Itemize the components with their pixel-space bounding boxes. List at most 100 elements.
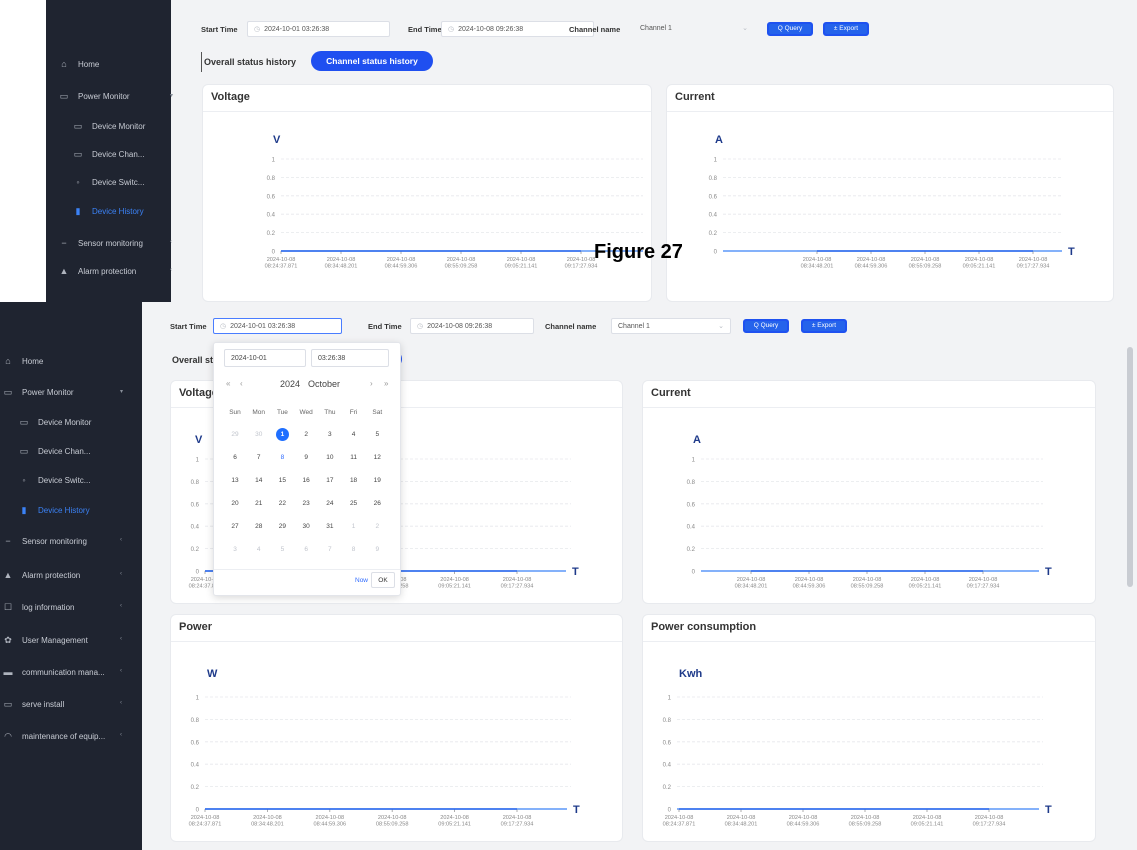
calendar-day[interactable]: 8 — [343, 546, 365, 553]
calendar-day[interactable]: 29 — [224, 431, 246, 438]
month-label[interactable]: October — [308, 379, 340, 389]
sensor-icon: − — [61, 238, 67, 248]
sidebar: ⌂ Home ▭ Power Monitor ▾ ▭ Device Monitor ▭ D… — [46, 0, 173, 302]
clock-icon: ◷ — [448, 26, 455, 33]
calendar-day[interactable]: 21 — [248, 500, 270, 507]
channel-select[interactable]: Channel 1 ⌄ — [634, 21, 754, 37]
x-tick-label: 2024-10-0808:44:59.306 — [855, 257, 888, 270]
sidebar-item-log-information[interactable]: ☐ log information ‹ — [2, 602, 122, 613]
sidebar-item-label: Alarm protection — [22, 571, 81, 580]
calendar-day[interactable]: 3 — [319, 431, 341, 438]
now-button[interactable]: Now — [355, 577, 368, 584]
export-button[interactable]: ± Export — [801, 319, 847, 333]
calendar-day[interactable]: 29 — [271, 523, 293, 530]
sidebar-item-device-monitor[interactable]: ▭ Device Monitor — [18, 417, 92, 428]
sidebar-item-power-monitor[interactable]: ▭ Power Monitor ▾ — [2, 387, 123, 398]
end-time-label: End Time — [408, 25, 442, 34]
calendar-day[interactable]: 17 — [319, 477, 341, 484]
start-time-input[interactable]: ◷ 2024-10-01 03:26:38 — [247, 21, 390, 37]
tab-overall-status[interactable]: Overall st — [172, 350, 213, 370]
next-month-icon[interactable]: › — [370, 379, 373, 388]
calendar-day[interactable]: 20 — [224, 500, 246, 507]
x-tick-label: 2024-10-0808:34:48.201 — [325, 257, 358, 270]
date-field[interactable]: 2024-10-01 — [224, 349, 306, 367]
y-tick-label: 1 — [196, 696, 200, 702]
prev-month-icon[interactable]: ‹ — [240, 379, 243, 388]
sidebar-item-label: Device Switc... — [92, 178, 145, 187]
sidebar-item-device-switch[interactable]: ◦ Device Switc... — [72, 177, 144, 187]
scrollbar[interactable] — [1127, 347, 1133, 587]
sidebar-item-sensor-monitoring[interactable]: − Sensor monitoring ‹ — [58, 238, 172, 248]
sidebar-item-device-history[interactable]: ▮ Device History — [18, 505, 90, 516]
calendar-day[interactable]: 24 — [319, 500, 341, 507]
channel-select[interactable]: Channel 1 ⌄ — [611, 318, 731, 334]
calendar-day[interactable]: 5 — [271, 546, 293, 553]
calendar-day[interactable]: 10 — [319, 454, 341, 461]
calendar-day[interactable]: 4 — [248, 546, 270, 553]
sidebar-item-user-management[interactable]: ✿ User Management ‹ — [2, 635, 122, 646]
sidebar-item-communication[interactable]: ▬ communication mana... ‹ — [2, 667, 123, 677]
export-button[interactable]: ± Export — [823, 22, 869, 36]
calendar-day[interactable]: 30 — [295, 523, 317, 530]
sidebar-item-device-switch[interactable]: ◦ Device Switc... — [18, 475, 90, 485]
calendar-day-selected[interactable]: 1 — [271, 431, 293, 438]
start-time-input[interactable]: ◷ 2024-10-01 03:26:38 — [213, 318, 342, 334]
year-label[interactable]: 2024 — [280, 379, 300, 389]
sidebar-item-device-channel[interactable]: ▭ Device Chan... — [18, 446, 91, 457]
calendar-day[interactable]: 31 — [319, 523, 341, 530]
calendar-day[interactable]: 15 — [271, 477, 293, 484]
calendar-day[interactable]: 6 — [295, 546, 317, 553]
calendar-day[interactable]: 16 — [295, 477, 317, 484]
sidebar-item-sensor-monitoring[interactable]: − Sensor monitoring ‹ — [2, 536, 122, 546]
calendar-day[interactable]: 28 — [248, 523, 270, 530]
calendar-day[interactable]: 30 — [248, 431, 270, 438]
calendar-day[interactable]: 2 — [295, 431, 317, 438]
calendar-day[interactable]: 19 — [366, 477, 388, 484]
time-field[interactable]: 03:26:38 — [311, 349, 389, 367]
sidebar-item-home[interactable]: ⌂ Home — [58, 59, 99, 69]
sidebar-item-power-monitor[interactable]: ▭ Power Monitor ▾ — [58, 91, 173, 102]
sidebar-item-serve-install[interactable]: ▭ serve install ‹ — [2, 699, 122, 710]
calendar-day[interactable]: 18 — [343, 477, 365, 484]
calendar-day[interactable]: 22 — [271, 500, 293, 507]
calendar-day[interactable]: 14 — [248, 477, 270, 484]
sidebar-item-device-channel[interactable]: ▭ Device Chan... — [72, 149, 145, 160]
voltage-card: Voltage V 1 0.8 0.6 0.4 0.2 0 2024-10-08 08:24:3… — [202, 84, 652, 302]
card-title: Power — [179, 621, 213, 633]
sidebar-item-home[interactable]: ⌂ Home — [2, 356, 43, 366]
prev-year-icon[interactable]: « — [226, 379, 230, 388]
calendar-day[interactable]: 7 — [319, 546, 341, 553]
calendar-day[interactable]: 26 — [366, 500, 388, 507]
sidebar-item-device-monitor[interactable]: ▭ Device Monitor — [72, 121, 146, 132]
tab-overall-status[interactable]: Overall status history — [201, 52, 296, 72]
sidebar-item-alarm-protection[interactable]: ▲ Alarm protection ‹ — [2, 570, 122, 580]
calendar-day[interactable]: 4 — [343, 431, 365, 438]
chevron-down-icon: ▾ — [120, 389, 124, 395]
sidebar-item-device-history[interactable]: ▮ Device History — [72, 206, 144, 217]
sidebar-item-alarm-protection[interactable]: ▲ Alarm protection ‹ — [58, 266, 172, 276]
y-tick-label: 0.2 — [687, 547, 696, 553]
tab-channel-status[interactable]: Channel status history — [311, 51, 433, 71]
end-time-input[interactable]: ◷ 2024-10-08 09:26:38 — [410, 318, 534, 334]
calendar-day[interactable]: 2 — [366, 523, 388, 530]
calendar-day[interactable]: 13 — [224, 477, 246, 484]
calendar-day[interactable]: 9 — [295, 454, 317, 461]
calendar-day[interactable]: 7 — [248, 454, 270, 461]
calendar-day[interactable]: 27 — [224, 523, 246, 530]
sidebar-item-maintenance[interactable]: ◠ maintenance of equip... ‹ — [2, 731, 122, 742]
query-button[interactable]: Q Query — [767, 22, 813, 36]
calendar-day[interactable]: 5 — [366, 431, 388, 438]
next-year-icon[interactable]: » — [384, 379, 388, 388]
ok-button[interactable]: OK — [371, 572, 395, 588]
calendar-day[interactable]: 25 — [343, 500, 365, 507]
calendar-day[interactable]: 6 — [224, 454, 246, 461]
calendar-day[interactable]: 23 — [295, 500, 317, 507]
calendar-day[interactable]: 1 — [343, 523, 365, 530]
calendar-day[interactable]: 9 — [366, 546, 388, 553]
calendar-day[interactable]: 3 — [224, 546, 246, 553]
calendar-day[interactable]: 8 — [271, 454, 293, 461]
calendar-day[interactable]: 11 — [343, 454, 365, 461]
calendar-day[interactable]: 12 — [366, 454, 388, 461]
current-chart: A 1 0.8 0.6 0.4 0.2 0 T 2024-10-08 08:34:48.201 20… — [687, 434, 1052, 590]
query-button[interactable]: Q Query — [743, 319, 789, 333]
